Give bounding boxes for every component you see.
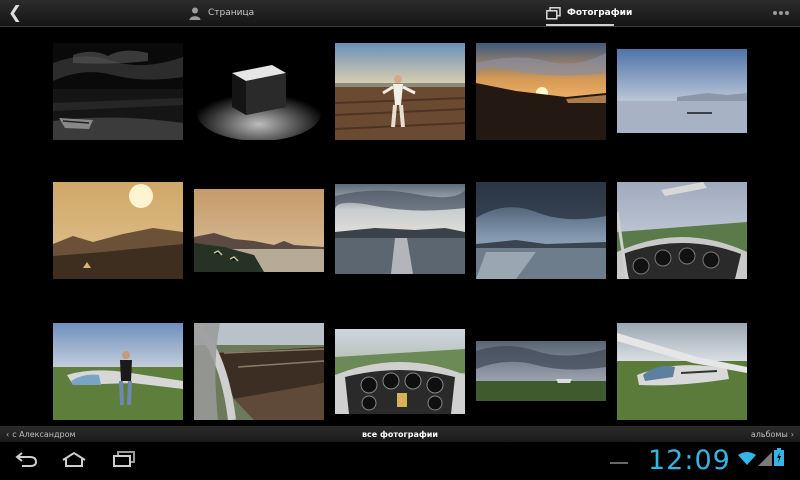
battery-charging-icon [774, 448, 784, 470]
status-clock[interactable]: 12:09 [648, 444, 731, 478]
home-icon [61, 451, 87, 471]
photos-icon [546, 6, 561, 20]
overflow-menu-button[interactable] [770, 0, 792, 26]
chevron-left-icon: ❮ [7, 3, 23, 23]
tab-page-label: Страница [208, 8, 255, 18]
next-album-label: альбомы [750, 429, 788, 439]
photo-glowing-cube[interactable] [194, 43, 324, 140]
photo-coast-town[interactable] [194, 189, 324, 272]
status-icons[interactable] [738, 448, 784, 470]
action-bar: ❮ Страница Фотографии [0, 0, 800, 27]
photo-glider-cockpit-2[interactable] [335, 329, 465, 414]
photo-grid [0, 26, 800, 426]
photo-lake-dusk[interactable] [617, 49, 747, 133]
photo-aerial-fields[interactable] [194, 323, 324, 420]
photo-hazy-sun-mountains[interactable] [53, 182, 183, 279]
tab-page[interactable]: Страница [188, 0, 254, 26]
photo-cloudy-field[interactable] [476, 341, 606, 401]
wifi-icon [738, 451, 756, 470]
photo-night-boat[interactable] [53, 43, 183, 140]
current-album-title: все фотографии [0, 426, 800, 442]
recent-apps-icon [112, 451, 136, 471]
album-nav-bar: ‹ с Александром все фотографии альбомы › [0, 426, 800, 442]
tab-photos[interactable]: Фотографии [546, 0, 632, 26]
photo-lake-sunlight[interactable] [335, 184, 465, 274]
photo-sunset-hills[interactable] [476, 43, 606, 140]
signal-icon [758, 451, 772, 470]
photo-man-by-glider[interactable] [53, 323, 183, 420]
person-icon [188, 6, 202, 20]
back-button[interactable]: ❮ [0, 0, 30, 26]
photo-glider-parked[interactable] [617, 323, 747, 420]
system-home-button[interactable] [58, 450, 90, 472]
back-arrow-icon [14, 451, 38, 471]
more-dots-icon [772, 11, 790, 15]
notification-divider [610, 462, 628, 464]
system-recents-button[interactable] [108, 450, 140, 472]
current-album-label: все фотографии [361, 429, 439, 439]
photo-stormy-lake[interactable] [476, 182, 606, 279]
photo-man-field[interactable] [335, 43, 465, 140]
photo-glider-cockpit-1[interactable] [617, 182, 747, 279]
next-album-link[interactable]: альбомы › [751, 426, 794, 442]
chevron-right-icon: › [790, 429, 794, 439]
tab-photos-label: Фотографии [567, 8, 633, 18]
system-back-button[interactable] [10, 450, 42, 472]
